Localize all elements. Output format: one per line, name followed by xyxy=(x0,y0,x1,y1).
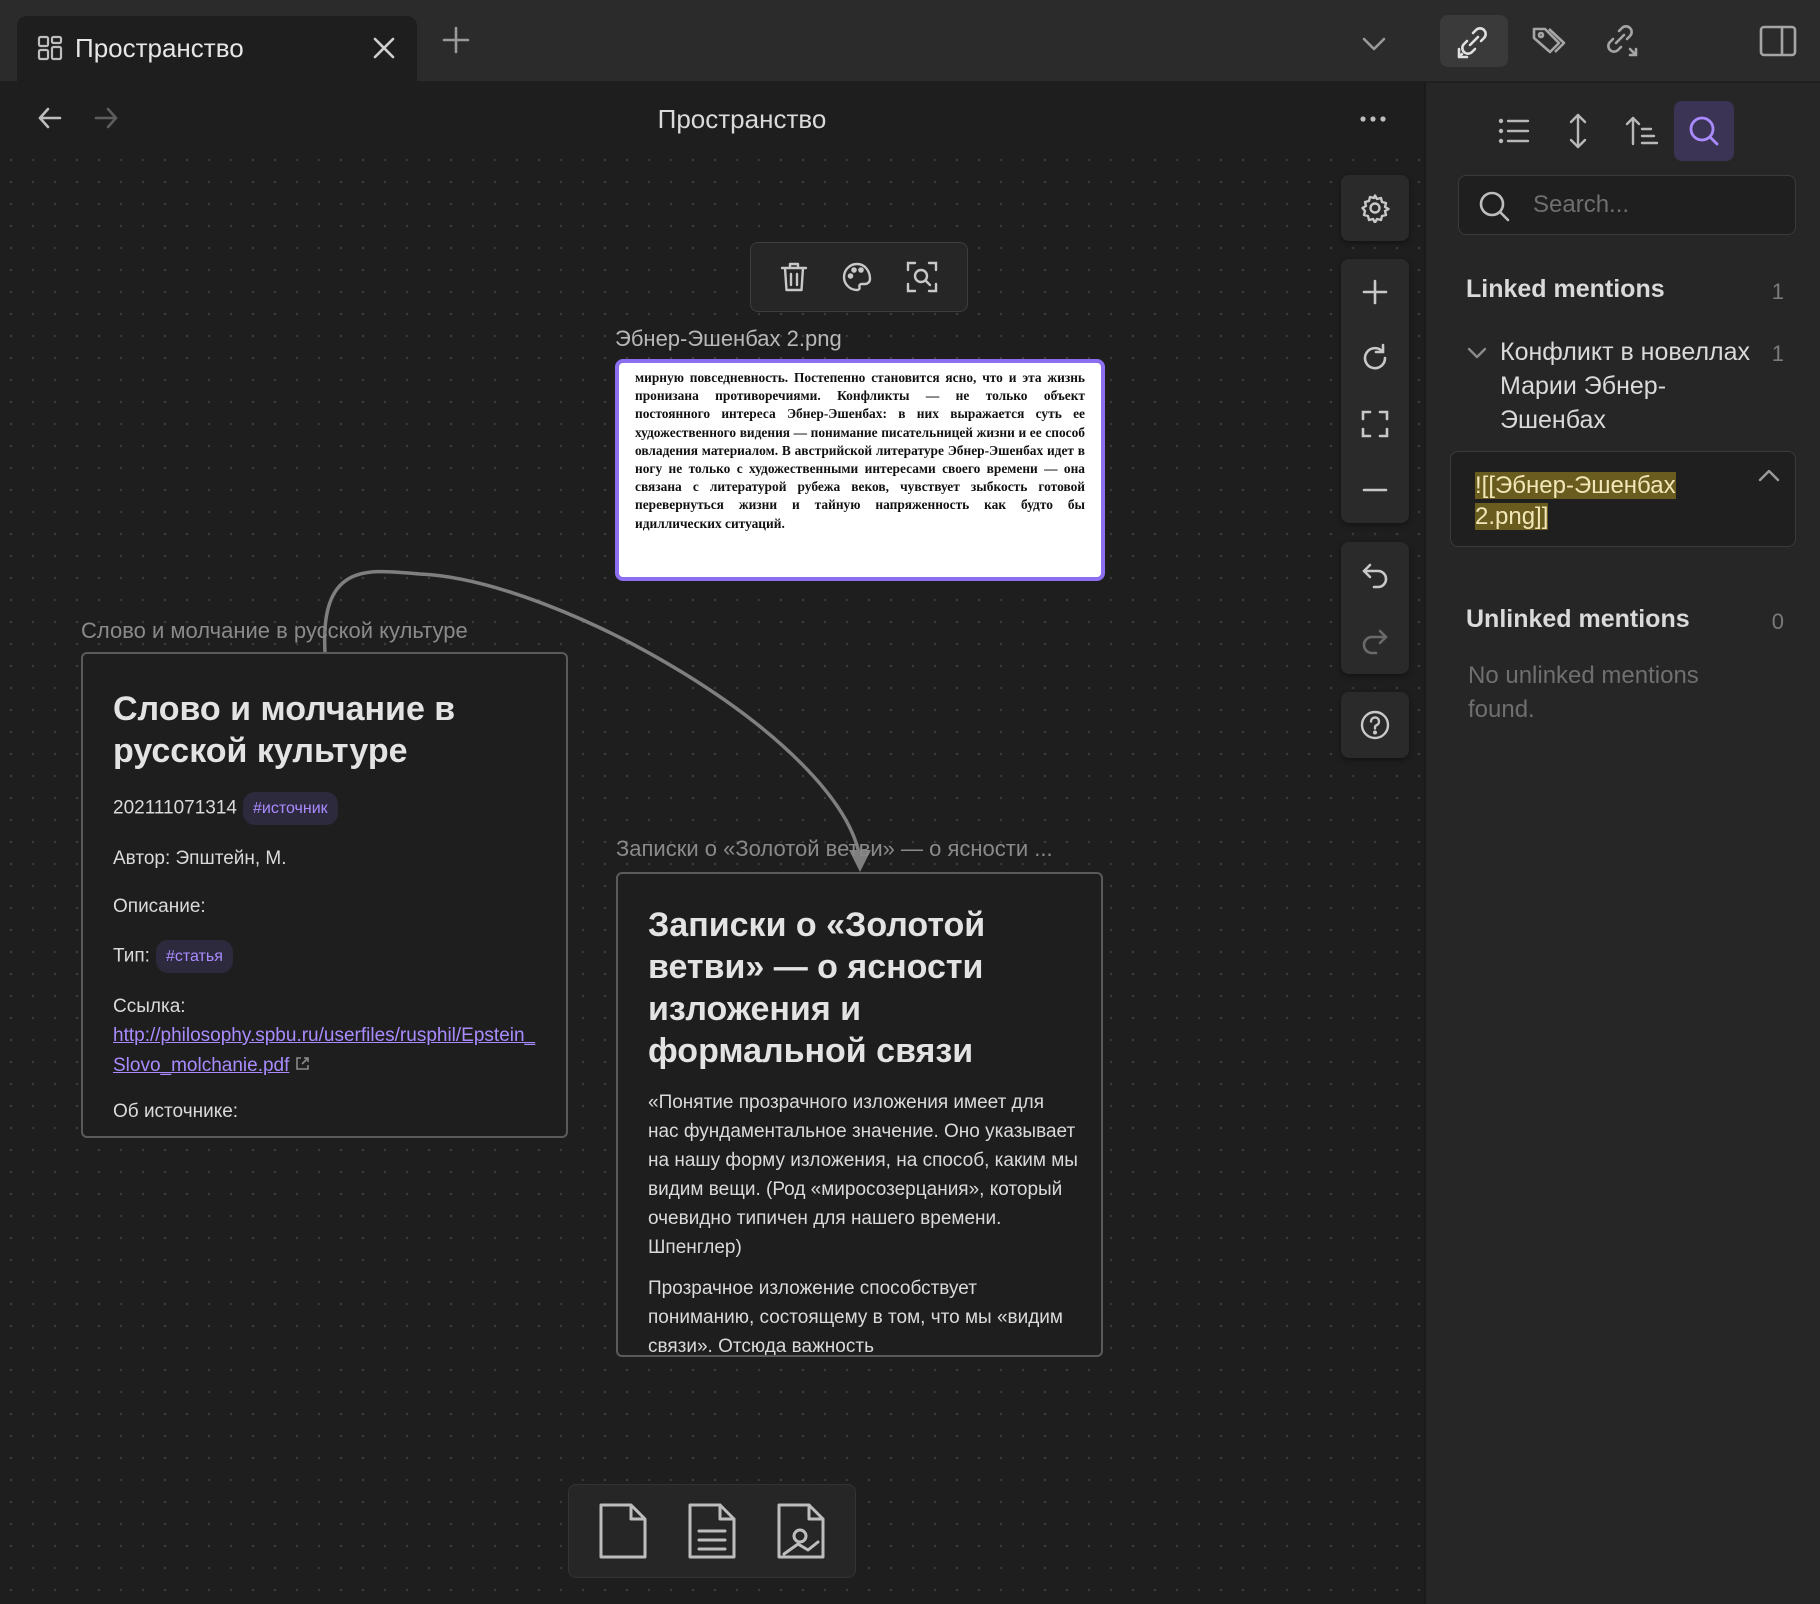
card1-link-label: Ссылка: xyxy=(113,996,186,1017)
card1-description: Описание: xyxy=(113,896,206,917)
card1-link-line: http://philosophy.spbu.ru/userfiles/rusp… xyxy=(113,1021,541,1081)
selection-toolbar xyxy=(750,242,968,312)
palette-icon[interactable] xyxy=(841,261,873,293)
new-tab-icon[interactable] xyxy=(440,24,472,56)
close-tab-icon[interactable] xyxy=(371,35,397,61)
redo-button[interactable] xyxy=(1341,608,1409,674)
canvas-settings-button[interactable] xyxy=(1341,175,1409,241)
card2-title: Записки о «Золотой ветви» — о ясности из… xyxy=(648,906,986,1070)
tag-source[interactable]: #источник xyxy=(242,792,338,825)
zoom-in-button[interactable] xyxy=(1341,259,1409,325)
card1-id-line: 202111071314 #источник xyxy=(113,792,536,825)
external-link-icon xyxy=(295,1057,309,1070)
add-media-icon[interactable] xyxy=(774,1502,828,1560)
chevron-down-icon[interactable] xyxy=(1360,30,1388,58)
sort-button[interactable] xyxy=(1612,101,1672,161)
note-card-2[interactable]: Записки о «Золотой ветви» — о ясности из… xyxy=(616,872,1103,1357)
mention-file-count: 1 xyxy=(1771,341,1784,366)
chevron-up-icon[interactable] xyxy=(1757,468,1781,484)
toggle-sidebar-button[interactable] xyxy=(1744,15,1812,67)
list-icon xyxy=(1498,118,1530,144)
image-node-label: Эбнер-Эшенбах 2.png xyxy=(615,326,842,351)
canvas-settings-group xyxy=(1341,175,1409,241)
unlinked-empty-text: No unlinked mentions found. xyxy=(1468,662,1699,723)
card1-author: Автор: Эпштейн, М. xyxy=(113,848,287,869)
reset-zoom-button[interactable] xyxy=(1341,325,1409,391)
tab-title: Пространство xyxy=(75,33,244,63)
tab-canvas[interactable]: Пространство xyxy=(17,16,417,82)
undo-button[interactable] xyxy=(1341,542,1409,608)
outgoing-links-icon xyxy=(1607,25,1638,57)
linked-mentions-heading[interactable]: Linked mentions xyxy=(1466,275,1665,304)
trash-icon[interactable] xyxy=(779,261,809,293)
card1-type-label: Тип: xyxy=(113,945,150,967)
source-link[interactable]: http://philosophy.spbu.ru/userfiles/rusp… xyxy=(113,1025,535,1076)
unlinked-mentions-count: 0 xyxy=(1771,609,1784,634)
card2-label: Записки о «Золотой ветви» — о ясности ..… xyxy=(616,836,1053,861)
help-button[interactable] xyxy=(1341,692,1409,758)
plus-icon xyxy=(1362,279,1388,305)
image-scan-text: мирную повседневность. Постепенно станов… xyxy=(635,370,1085,531)
search-icon xyxy=(1689,116,1719,146)
zoom-to-selection-icon[interactable] xyxy=(905,260,939,294)
redo-icon xyxy=(1362,629,1388,655)
mention-file-title[interactable]: Конфликт в новеллах Марии Эбнер-Эшенбах xyxy=(1500,335,1760,437)
zoom-to-fit-button[interactable] xyxy=(1341,391,1409,457)
image-node[interactable]: мирную повседневность. Постепенно станов… xyxy=(615,359,1105,581)
chevron-down-icon[interactable] xyxy=(1466,345,1488,361)
tab-bar: Пространство xyxy=(0,0,1820,82)
snippet-highlight: ![[Эбнер-Эшенбах 2.png]] xyxy=(1475,472,1676,530)
backlinks-toolbar xyxy=(1426,101,1820,161)
help-group xyxy=(1341,692,1409,758)
backlinks-icon xyxy=(1457,27,1487,59)
tags-button[interactable] xyxy=(1514,15,1582,67)
backlinks-button[interactable] xyxy=(1440,15,1508,67)
card1-label: Слово и молчание в русской культуре xyxy=(81,618,468,643)
card2-paragraph-2: Прозрачное изложение способствует понима… xyxy=(648,1278,1063,1357)
add-node-bar xyxy=(568,1484,856,1578)
collapse-results-button[interactable] xyxy=(1484,101,1544,161)
show-more-context-button[interactable] xyxy=(1548,101,1608,161)
card1-id: 202111071314 xyxy=(113,797,237,819)
tags-icon xyxy=(1532,27,1566,54)
history-controls-group xyxy=(1341,542,1409,674)
undo-icon xyxy=(1362,563,1388,589)
zoom-controls-group xyxy=(1341,259,1409,523)
more-options-icon[interactable] xyxy=(1358,104,1388,134)
search-icon xyxy=(1479,191,1510,222)
right-sidebar: Linked mentions 1 Конфликт в новеллах Ма… xyxy=(1424,83,1820,1604)
sidebar-toggle-icon xyxy=(1759,25,1797,57)
expand-vertical-icon xyxy=(1569,113,1587,149)
view-title: Пространство xyxy=(657,104,827,134)
outgoing-links-button[interactable] xyxy=(1588,15,1656,67)
card1-title: Слово и молчание в русской культуре xyxy=(113,690,456,770)
backlinks-search xyxy=(1458,175,1796,235)
zoom-out-button[interactable] xyxy=(1341,457,1409,523)
minus-icon xyxy=(1362,488,1388,492)
note-card-1[interactable]: Слово и молчание в русской культуре 2021… xyxy=(81,652,568,1138)
card2-paragraph-1: «Понятие прозрачного изложения имеет для… xyxy=(648,1092,1078,1258)
fullscreen-icon xyxy=(1361,410,1389,438)
canvas-grid-icon xyxy=(37,35,63,61)
card1-about: Об источнике: xyxy=(113,1101,239,1122)
gear-icon xyxy=(1361,194,1390,223)
new-card-icon[interactable] xyxy=(596,1502,650,1560)
card1-type-line: Тип: #статья xyxy=(113,940,536,973)
sort-icon xyxy=(1625,116,1659,146)
tag-article[interactable]: #статья xyxy=(155,940,233,973)
search-input[interactable] xyxy=(1533,188,1783,222)
search-filter-button[interactable] xyxy=(1674,101,1734,161)
help-icon xyxy=(1360,710,1390,740)
snippet-text: ![[Эбнер-Эшенбах 2.png]] xyxy=(1475,470,1715,532)
unlinked-mentions-heading[interactable]: Unlinked mentions xyxy=(1466,605,1690,634)
add-note-icon[interactable] xyxy=(685,1502,739,1560)
refresh-icon xyxy=(1363,343,1387,370)
linked-mentions-count: 1 xyxy=(1771,279,1784,304)
mention-snippet[interactable]: ![[Эбнер-Эшенбах 2.png]] xyxy=(1450,451,1796,547)
